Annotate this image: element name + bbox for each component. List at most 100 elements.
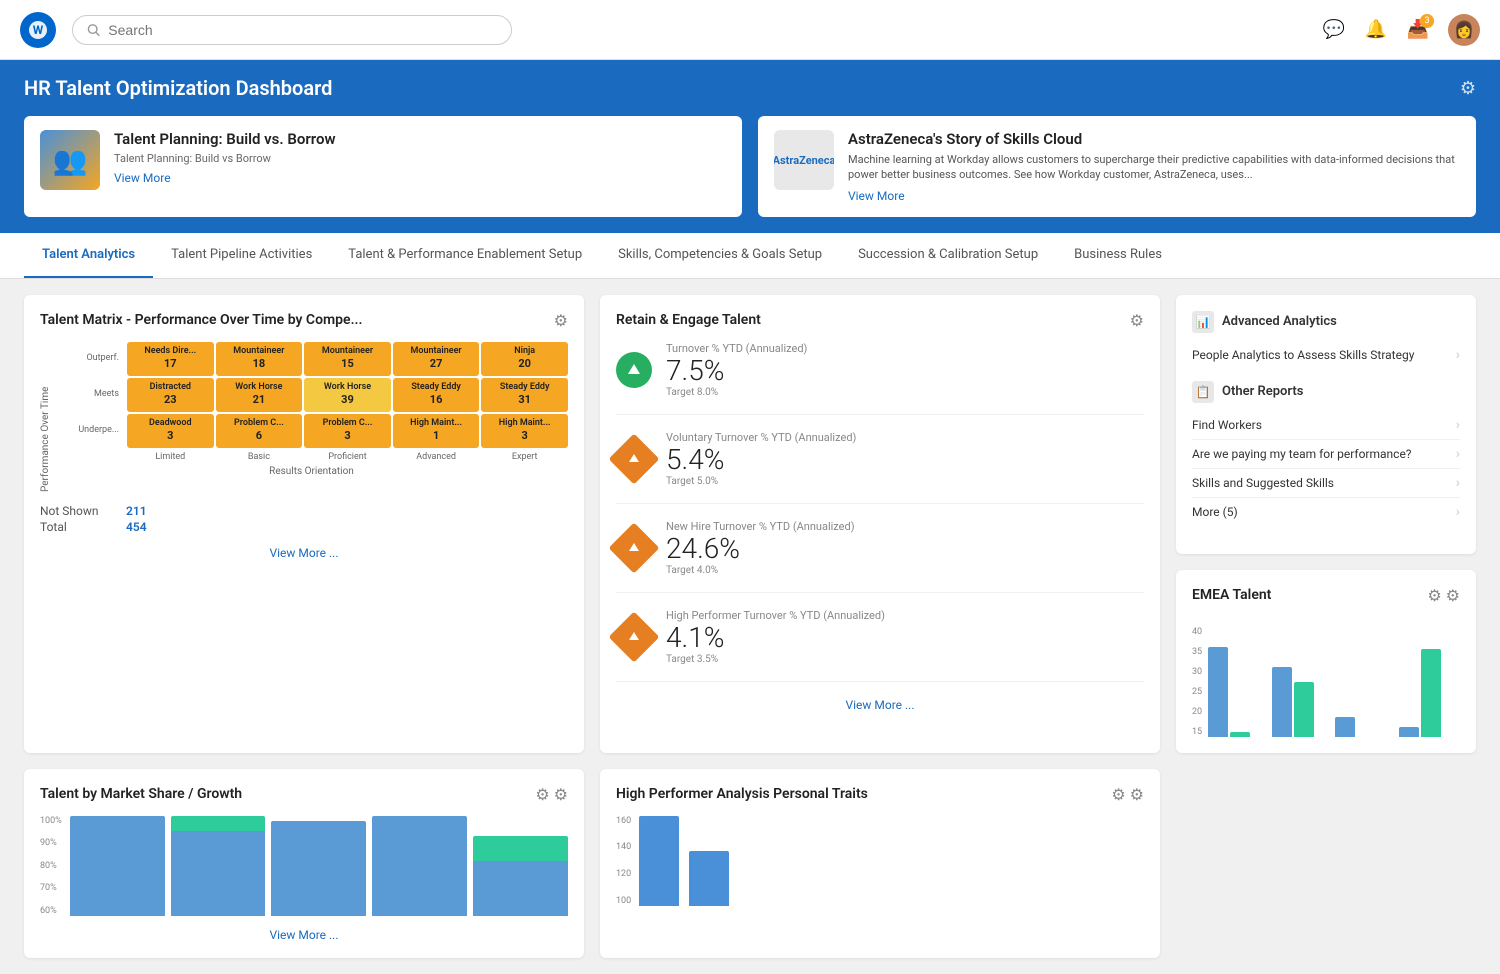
metric-target-2: Target 4.0% [666,565,1144,576]
emea-bar-group-1 [1272,667,1333,737]
dashboard-gear-icon[interactable]: ⚙ [1460,78,1476,99]
report-link-text-3: More (5) [1192,505,1238,519]
promo-content-2: AstraZeneca's Story of Skills Cloud Mach… [848,130,1460,203]
retain-view-more[interactable]: View More ... [616,698,1144,712]
retain-engage-title: Retain & Engage Talent [616,312,761,328]
bottom-row: Talent by Market Share / Growth ⚙ ⚙ 100%… [0,769,1500,974]
emea-y-labels: 40 35 30 25 20 15 [1192,627,1202,737]
performer-bars [639,816,1144,906]
matrix-row-1: Meets Distracted 23 Work Horse 21 Work H… [55,378,568,412]
col-label-2: Proficient [304,452,391,462]
matrix-cell-1-2[interactable]: Work Horse 39 [304,378,391,412]
matrix-cell-0-3[interactable]: Mountaineer 27 [393,342,480,376]
market-bar-2 [271,821,366,916]
emea-bar-teal-3 [1421,649,1441,737]
tab-enablement[interactable]: Talent & Performance Enablement Setup [330,233,600,278]
matrix-row-2: Underpe... Deadwood 3 Problem C... 6 Pro… [55,414,568,448]
metric-label-3: High Performer Turnover % YTD (Annualize… [666,609,1144,622]
dashboard-title: HR Talent Optimization Dashboard [24,76,332,100]
total-val: 454 [126,520,147,534]
matrix-cell-2-2[interactable]: Problem C... 3 [304,414,391,448]
total-label: Total [40,520,120,534]
market-bar-1 [171,816,266,916]
analytics-arrow-0: › [1456,347,1460,363]
retain-engage-gear-icon[interactable]: ⚙ [1130,311,1144,330]
matrix-cell-2-1[interactable]: Problem C... 6 [216,414,303,448]
analytics-card: 📊 Advanced Analytics People Analytics to… [1176,295,1476,554]
metric-target-0: Target 8.0% [666,387,1144,398]
tab-skills[interactable]: Skills, Competencies & Goals Setup [600,233,840,278]
promo-link-1[interactable]: View More [114,171,726,185]
workday-logo[interactable]: W [20,12,56,48]
analytics-icon: 📊 [1192,311,1214,333]
tab-talent-analytics[interactable]: Talent Analytics [24,233,153,278]
reports-icon: 📋 [1192,381,1214,403]
metric-info-2: New Hire Turnover % YTD (Annualized) 24.… [666,520,1144,576]
matrix-cell-1-0[interactable]: Distracted 23 [127,378,214,412]
tab-succession[interactable]: Succession & Calibration Setup [840,233,1056,278]
dashboard-header: HR Talent Optimization Dashboard ⚙ [0,60,1500,116]
report-arrow-1: › [1456,446,1460,462]
talent-matrix-gear-icon[interactable]: ⚙ [554,311,568,330]
report-link-text-0: Find Workers [1192,418,1262,432]
report-arrow-0: › [1456,417,1460,433]
promo-link-2[interactable]: View More [848,189,1460,203]
emea-chart: 40 35 30 25 20 15 [1192,617,1460,737]
promo-content-1: Talent Planning: Build vs. Borrow Talent… [114,130,726,185]
emea-bar-group-3 [1399,649,1460,737]
bell-icon[interactable]: 🔔 [1364,18,1388,42]
col-label-1: Basic [216,452,303,462]
matrix-cell-2-3[interactable]: High Maint... 1 [393,414,480,448]
matrix-y-label: Performance Over Time [40,342,51,492]
metric-icon-1 [609,433,660,484]
tab-business-rules[interactable]: Business Rules [1056,233,1180,278]
avatar[interactable]: 👩 [1448,14,1480,46]
emea-bar-group-2 [1335,717,1396,737]
matrix-cell-1-3[interactable]: Steady Eddy 16 [393,378,480,412]
tabs-row: Talent Analytics Talent Pipeline Activit… [0,233,1500,279]
high-performer-header: High Performer Analysis Personal Traits … [616,785,1144,804]
matrix-cell-2-0[interactable]: Deadwood 3 [127,414,214,448]
metric-icon-0 [616,352,652,388]
market-share-icons[interactable]: ⚙ ⚙ [535,785,568,804]
metric-row-2: New Hire Turnover % YTD (Annualized) 24.… [616,520,1144,593]
report-link-2[interactable]: Skills and Suggested Skills › [1192,469,1460,498]
search-input[interactable] [108,22,497,38]
col-label-0: Limited [127,452,214,462]
metric-icon-2 [609,522,660,573]
analytics-link-0[interactable]: People Analytics to Assess Skills Strate… [1192,341,1460,369]
tab-pipeline[interactable]: Talent Pipeline Activities [153,233,330,278]
chat-icon[interactable]: 💬 [1322,18,1346,42]
promo-card-2: AstraZeneca AstraZeneca's Story of Skill… [758,116,1476,217]
report-link-0[interactable]: Find Workers › [1192,411,1460,440]
matrix-row-label-2: Underpe... [55,414,125,448]
market-share-title: Talent by Market Share / Growth [40,786,242,802]
report-link-3[interactable]: More (5) › [1192,498,1460,526]
market-view-more[interactable]: View More ... [40,928,568,942]
matrix-cell-1-1[interactable]: Work Horse 21 [216,378,303,412]
market-share-chart: 100% 90% 80% 70% 60% [40,816,568,916]
emea-bar-blue-2 [1335,717,1355,737]
report-arrow-3: › [1456,504,1460,520]
inbox-icon[interactable]: 📥 3 [1406,18,1430,42]
matrix-cell-0-4[interactable]: Ninja 20 [481,342,568,376]
matrix-cell-2-4[interactable]: High Maint... 3 [481,414,568,448]
search-bar[interactable] [72,15,512,45]
other-reports-section: 📋 Other Reports Find Workers › Are we pa… [1192,381,1460,526]
high-performer-icons[interactable]: ⚙ ⚙ [1111,785,1144,804]
matrix-cell-0-1[interactable]: Mountaineer 18 [216,342,303,376]
matrix-row-label-0: Outperf. [55,342,125,376]
matrix-cell-0-2[interactable]: Mountaineer 15 [304,342,391,376]
report-link-1[interactable]: Are we paying my team for performance? › [1192,440,1460,469]
emea-bar-blue-1 [1272,667,1292,737]
metric-target-1: Target 5.0% [666,476,1144,487]
matrix-view-more[interactable]: View More ... [40,546,568,560]
matrix-cell-0-0[interactable]: Needs Dire... 17 [127,342,214,376]
metric-label-2: New Hire Turnover % YTD (Annualized) [666,520,1144,533]
matrix-x-label: Results Orientation [55,466,568,477]
emea-icons[interactable]: ⚙ ⚙ [1427,586,1460,605]
emea-bar-teal-1 [1294,682,1314,737]
matrix-cell-1-4[interactable]: Steady Eddy 31 [481,378,568,412]
metric-info-3: High Performer Turnover % YTD (Annualize… [666,609,1144,665]
main-content: Talent Matrix - Performance Over Time by… [0,279,1500,769]
